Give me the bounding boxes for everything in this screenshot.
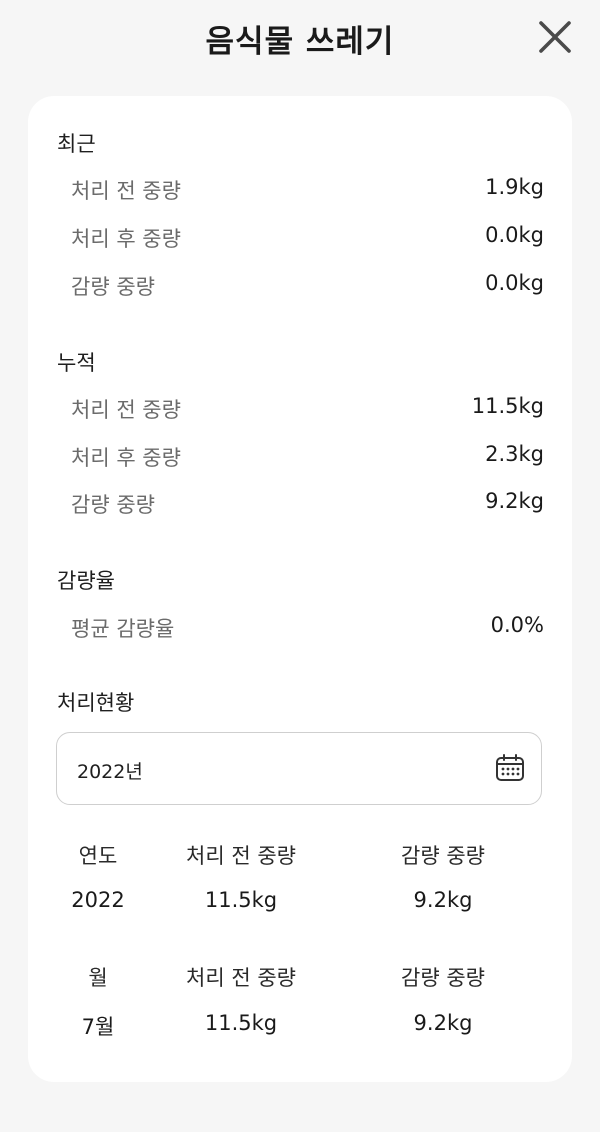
- close-button[interactable]: [534, 16, 576, 58]
- section-title-processing-status: 처리현황: [57, 691, 135, 715]
- food-waste-screen: 음식물 쓰레기 최근 처리 전 중량 1.9kg 처리 후 중량 0.0kg 감…: [0, 0, 600, 1132]
- year-picker-value: 2022년: [77, 761, 143, 783]
- cumulative-row-reduced-weight: 감량 중량 9.2kg: [71, 489, 544, 519]
- monthly-value-before-weight: 11.5kg: [204, 1011, 278, 1035]
- recent-row-after-weight: 처리 후 중량 0.0kg: [71, 223, 544, 253]
- yearly-header-before-weight: 처리 전 중량: [186, 844, 296, 868]
- section-title-recent: 최근: [57, 132, 96, 156]
- row-label: 처리 전 중량: [71, 398, 181, 422]
- yearly-header-year: 연도: [78, 844, 118, 868]
- monthly-value-month: 7월: [81, 1015, 115, 1039]
- row-value: 0.0kg: [485, 223, 544, 247]
- calendar-icon[interactable]: [495, 753, 525, 783]
- row-value: 11.5kg: [471, 394, 544, 418]
- yearly-value-year: 2022: [71, 888, 125, 912]
- page-title: 음식물 쓰레기: [205, 24, 395, 60]
- header: 음식물 쓰레기: [0, 0, 600, 76]
- section-title-cumulative: 누적: [57, 351, 96, 375]
- row-value: 0.0%: [490, 613, 544, 637]
- monthly-header-month: 월: [88, 966, 108, 990]
- close-icon: [539, 21, 571, 53]
- row-value: 0.0kg: [485, 271, 544, 295]
- summary-card: 최근 처리 전 중량 1.9kg 처리 후 중량 0.0kg 감량 중량 0.0…: [28, 96, 572, 1082]
- row-value: 1.9kg: [485, 175, 544, 199]
- yearly-value-reduced-weight: 9.2kg: [413, 888, 473, 912]
- yearly-header-reduced-weight: 감량 중량: [401, 844, 485, 868]
- row-label: 평균 감량율: [71, 617, 175, 641]
- row-value: 2.3kg: [485, 442, 544, 466]
- row-value: 9.2kg: [485, 489, 544, 513]
- monthly-header-before-weight: 처리 전 중량: [186, 966, 296, 990]
- recent-row-before-weight: 처리 전 중량 1.9kg: [71, 175, 544, 205]
- recent-row-reduced-weight: 감량 중량 0.0kg: [71, 271, 544, 301]
- cumulative-row-before-weight: 처리 전 중량 11.5kg: [71, 394, 544, 424]
- row-label: 처리 후 중량: [71, 446, 181, 470]
- row-label: 감량 중량: [71, 275, 155, 299]
- section-title-reduction-rate: 감량율: [57, 569, 115, 593]
- reduction-rate-row-average: 평균 감량율 0.0%: [71, 613, 544, 643]
- cumulative-row-after-weight: 처리 후 중량 2.3kg: [71, 442, 544, 472]
- monthly-header-reduced-weight: 감량 중량: [401, 966, 485, 990]
- row-label: 처리 전 중량: [71, 179, 181, 203]
- monthly-value-reduced-weight: 9.2kg: [413, 1011, 473, 1035]
- year-picker[interactable]: 2022년: [56, 732, 542, 805]
- row-label: 처리 후 중량: [71, 227, 181, 251]
- row-label: 감량 중량: [71, 493, 155, 517]
- yearly-value-before-weight: 11.5kg: [204, 888, 278, 912]
